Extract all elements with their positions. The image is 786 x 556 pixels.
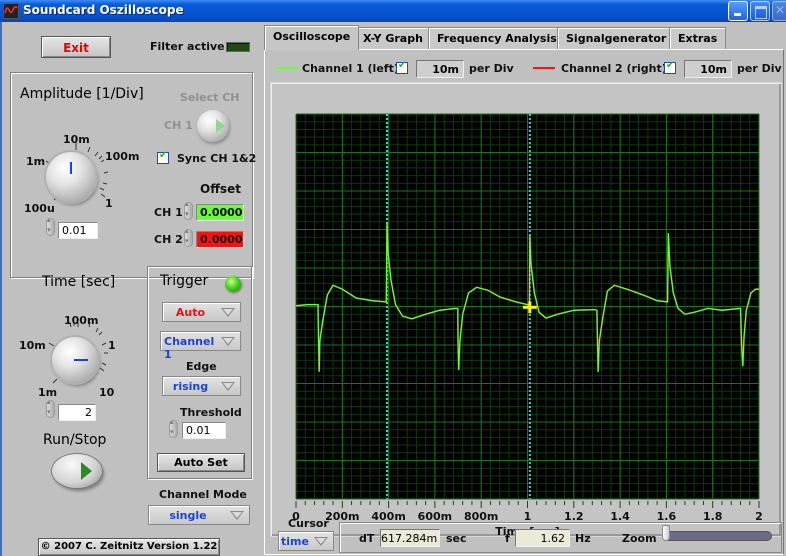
time-dial-label: 10 [99,386,115,399]
offset-ch1-field[interactable]: 0.0000 [196,204,244,221]
run-stop-label: Run/Stop [43,432,107,448]
time-value-field[interactable]: 2 [58,404,96,421]
dt-unit: sec [446,532,467,545]
channel-mode-dropdown[interactable]: single [148,505,250,525]
zoom-label: Zoom [622,532,657,545]
play-icon [81,462,92,480]
ch1-enable-checkbox[interactable] [396,60,408,74]
amplitude-dial-label: 10m [63,133,90,146]
chevron-down-icon [314,537,328,546]
sync-ch-label: Sync CH 1&2 [177,152,257,165]
ch1-legend-line [276,67,298,69]
title-bar: Soundcard Oszilloscope [0,0,786,22]
trigger-edge-value: rising [172,380,209,393]
time-knob[interactable] [52,337,98,383]
threshold-label: Threshold [180,406,242,419]
auto-set-button[interactable]: Auto Set [157,453,245,472]
tab-frequency-analysis[interactable]: Frequency Analysis [428,27,566,49]
offset-ch1-label: CH 1 [154,206,183,219]
select-ch-value: CH 1 [164,119,193,132]
amplitude-value-field[interactable]: 0.01 [58,222,98,239]
chevron-down-icon [221,337,235,346]
x-axis: 0 200m 400m 600m 800m 1 1.2 1.4 1.6 1.8 2 [292,501,763,523]
amplitude-dial-label: 100m [105,150,140,163]
zoom-slider-track[interactable] [664,531,772,541]
minimize-button[interactable] [728,1,748,21]
threshold-spinner[interactable] [169,418,178,438]
tab-xy-graph[interactable]: X-Y Graph [354,27,432,49]
trigger-mode-dropdown[interactable]: Auto [162,302,241,322]
cursor-mode-dropdown[interactable]: time [278,531,334,551]
amplitude-dial-label: 1m [26,155,46,168]
dt-label: dT [359,532,375,545]
sine-wave-icon [4,6,18,14]
f-label: f [505,532,510,545]
filter-active-label: Filter active [150,40,225,53]
trigger-title: Trigger [160,273,209,289]
trigger-source-dropdown[interactable]: Channel 1 [160,331,241,361]
main-window: Exit Filter active Amplitude [1/Div] 1m … [2,22,786,556]
time-spinner[interactable] [46,398,55,418]
copyright-label: © 2007 C. Zeitnitz Version 1.22 [38,538,220,556]
time-dial-label: 10m [19,339,46,352]
offset-ch1-spinner[interactable] [184,200,193,220]
amplitude-dial-label: 1 [105,197,113,210]
offset-ch2-spinner[interactable] [184,227,193,247]
ch2-per-div-label: per Div [737,62,782,75]
select-ch-button[interactable] [197,110,229,142]
filter-active-led[interactable] [226,42,250,52]
ch2-label: Channel 2 (right) [561,62,667,75]
offset-ch2-label: CH 2 [154,233,183,246]
ch1-label: Channel 1 (left) [302,62,399,75]
ch1-per-div-field[interactable]: 10m [416,60,464,78]
dt-value-field: 617.284m [380,529,440,547]
amplitude-title: Amplitude [1/Div] [20,86,144,102]
run-stop-button[interactable] [52,454,102,488]
time-knob-indicator [74,359,88,361]
exit-button[interactable]: Exit [41,36,111,58]
trigger-mode-value: Auto [175,306,206,319]
play-arrow-icon [216,119,225,133]
amplitude-spinner[interactable] [46,216,55,236]
chevron-down-icon [221,308,235,317]
channel-mode-value: single [169,509,207,522]
ch1-per-div-label: per Div [469,62,514,75]
chevron-down-icon [221,382,235,391]
threshold-field[interactable]: 0.01 [182,422,226,439]
amplitude-knob[interactable] [46,152,96,202]
channel-mode-label: Channel Mode [159,488,247,501]
tab-extras[interactable]: Extras [669,27,727,49]
time-dial-label: 1 [108,339,116,352]
amplitude-knob-indicator [70,162,72,174]
offset-title: Offset [200,182,241,196]
offset-ch2-field[interactable]: 0.0000 [196,231,244,248]
window-title: Soundcard Oszilloscope [23,3,184,17]
trigger-led [225,276,241,292]
cursor-mode-value: time [281,535,309,548]
f-value-field: 1.62 [515,529,570,547]
time-dial-label: 100m [64,314,99,327]
cursor-label: Cursor [288,517,329,530]
app-icon [3,3,19,19]
ch2-per-div-field[interactable]: 10m [684,60,732,78]
trigger-edge-dropdown[interactable]: rising [162,376,241,396]
f-unit: Hz [575,532,591,545]
close-button[interactable] [772,1,786,21]
select-ch-title: Select CH [180,91,240,104]
tab-signalgenerator[interactable]: Signalgenerator [557,27,676,49]
time-title: Time [sec] [42,274,116,290]
zoom-slider-thumb[interactable] [662,525,670,541]
trigger-source-value: Channel 1 [164,335,215,361]
ch2-legend-line [533,67,555,69]
amplitude-dial-label: 100u [24,202,55,215]
sync-ch-checkbox[interactable] [157,150,169,164]
oscilloscope-graph[interactable]: 0200m400m600m800m11.21.41.61.82 Time [se… [270,82,782,537]
chevron-down-icon [230,511,244,520]
maximize-button[interactable] [750,1,770,21]
ch2-enable-checkbox[interactable] [664,60,676,74]
edge-label: Edge [186,360,217,373]
tab-oscilloscope[interactable]: Oscilloscope [264,25,360,50]
